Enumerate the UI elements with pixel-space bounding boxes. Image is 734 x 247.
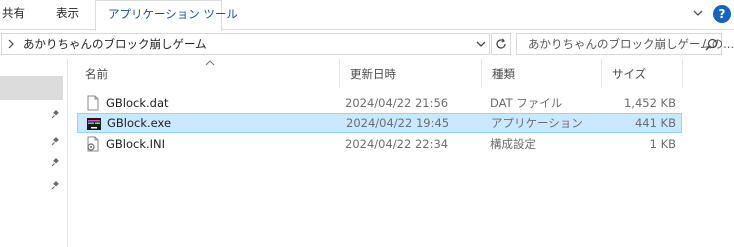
file-row-selected[interactable]: GBlock.exe 2024/04/22 19:45 アプリケーション 441…: [77, 113, 682, 133]
file-size: 441 KB: [634, 116, 676, 130]
file-type: 構成設定: [490, 137, 536, 151]
refresh-icon: [496, 38, 506, 49]
address-path[interactable]: あかりちゃんのブロック崩しゲーム: [23, 36, 207, 52]
file-name[interactable]: GBlock.dat: [106, 95, 169, 111]
column-header-name-label: 名前: [85, 67, 108, 81]
tab-application-tools[interactable]: アプリケーション ツール: [95, 0, 238, 31]
column-header-size-label: サイズ: [612, 67, 647, 81]
file-row[interactable]: GBlock.dat 2024/04/22 21:56 DAT ファイル 1,4…: [77, 93, 682, 113]
address-bar[interactable]: あかりちゃんのブロック崩しゲーム: [1, 33, 490, 55]
column-header-size[interactable]: サイズ: [603, 59, 683, 88]
search-icon[interactable]: [705, 38, 718, 51]
file-row[interactable]: GBlock.INI 2024/04/22 22:34 構成設定 1 KB: [77, 134, 682, 154]
ribbon-expand-chevron-icon[interactable]: [692, 8, 704, 18]
tab-view[interactable]: 表示: [54, 0, 81, 30]
breadcrumb-chevron-icon[interactable]: [7, 39, 15, 49]
pin-icon[interactable]: [51, 136, 61, 146]
ribbon-tab-bar: 共有 表示 アプリケーション ツール ?: [0, 0, 734, 31]
column-header-date[interactable]: 更新日時: [341, 59, 482, 88]
column-header-type[interactable]: 種類: [483, 59, 602, 88]
file-date: 2024/04/22 21:56: [345, 96, 449, 110]
help-icon[interactable]: ?: [713, 5, 731, 23]
pin-icon[interactable]: [51, 180, 61, 190]
column-header-date-label: 更新日時: [350, 67, 396, 81]
address-row: あかりちゃんのブロック崩しゲーム あかりちゃんのブロック崩しゲームの...: [0, 30, 734, 59]
file-date: 2024/04/22 22:34: [345, 137, 449, 151]
search-box[interactable]: あかりちゃんのブロック崩しゲームの...: [516, 33, 734, 55]
navigation-pane: [0, 59, 68, 247]
file-name[interactable]: GBlock.exe: [107, 115, 171, 131]
nav-selected-item[interactable]: [0, 76, 63, 100]
file-type: アプリケーション: [491, 116, 583, 130]
pin-icon[interactable]: [51, 157, 61, 167]
settings-file-icon: [87, 136, 99, 152]
file-type: DAT ファイル: [490, 96, 563, 110]
application-icon: [87, 118, 101, 130]
address-dropdown-icon[interactable]: [476, 39, 486, 49]
file-name[interactable]: GBlock.INI: [106, 136, 165, 152]
file-date: 2024/04/22 19:45: [346, 116, 450, 130]
file-icon: [87, 95, 99, 111]
pin-icon[interactable]: [51, 109, 61, 119]
tab-share[interactable]: 共有: [0, 0, 27, 30]
column-header-name[interactable]: 名前: [76, 59, 340, 88]
file-size: 1,452 KB: [623, 96, 676, 110]
column-header-type-label: 種類: [492, 67, 515, 81]
file-size: 1 KB: [649, 137, 676, 151]
search-input[interactable]: あかりちゃんのブロック崩しゲームの...: [528, 36, 734, 52]
refresh-button[interactable]: [491, 33, 511, 55]
